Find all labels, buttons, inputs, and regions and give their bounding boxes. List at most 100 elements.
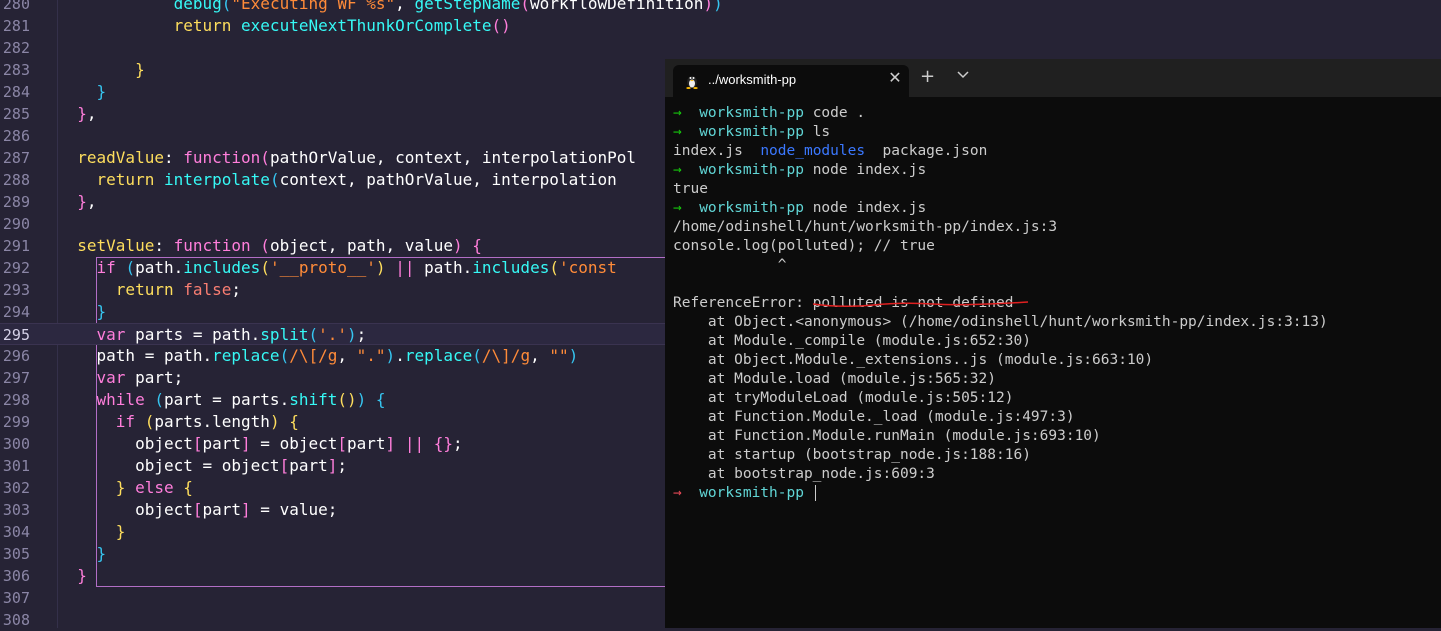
code-token: function — [173, 236, 261, 255]
terminal-text: at Module._compile (module.js:652:30) — [673, 333, 1031, 349]
code-token: object — [58, 434, 193, 453]
code-token: [ — [192, 434, 203, 453]
terminal-text: code . — [803, 105, 866, 121]
terminal-tab[interactable]: ../worksmith-pp ✕ — [673, 65, 909, 97]
line-number: 281 — [2, 17, 30, 35]
code-line[interactable]: 280 debug("Executing WF %s", getStepName… — [0, 0, 1441, 15]
code-token: ( — [269, 170, 280, 189]
code-token: function — [183, 148, 261, 167]
code-token: } — [96, 544, 107, 563]
code-token: . — [395, 346, 405, 365]
code-text: }, — [58, 103, 97, 125]
terminal-text: node index.js — [803, 200, 927, 216]
code-token: , — [86, 104, 97, 123]
line-number: 303 — [2, 501, 30, 519]
code-text: } — [58, 521, 126, 543]
line-number: 282 — [2, 39, 30, 57]
terminal-text: ls — [803, 124, 831, 140]
terminal-text: worksmith-pp — [699, 105, 804, 121]
line-number: 292 — [2, 259, 30, 277]
code-text: while (part = parts.shift()) { — [58, 389, 386, 411]
code-token: [ — [337, 434, 348, 453]
code-text: } — [58, 301, 107, 323]
code-token: "." — [356, 346, 386, 365]
code-token: path = path. — [58, 346, 213, 365]
terminal-text: at startup (bootstrap_node.js:188:16) — [673, 447, 1031, 463]
code-token: } — [77, 566, 87, 585]
code-text: } else { — [58, 477, 193, 499]
code-token: if — [115, 412, 145, 431]
code-token: ) — [385, 346, 396, 365]
code-token: else — [135, 478, 184, 497]
terminal-text: worksmith-pp — [699, 485, 804, 501]
code-token: , — [337, 346, 357, 365]
code-token: var — [96, 325, 136, 344]
code-token: parts.length — [154, 412, 270, 431]
close-tab-icon[interactable]: ✕ — [885, 68, 905, 87]
code-token: { — [375, 390, 386, 409]
code-token: '__proto__' — [269, 258, 376, 277]
code-text: } — [58, 59, 145, 81]
new-tab-icon[interactable]: + — [920, 66, 935, 87]
code-token: readValue — [77, 148, 164, 167]
code-token: pathOrValue, context, interpolationPol — [269, 148, 636, 167]
code-text: return false; — [58, 279, 241, 301]
code-token: ( — [144, 412, 155, 431]
code-text: var parts = path.split('.'); — [58, 324, 367, 346]
terminal-line: → worksmith-pp ls — [673, 123, 1328, 142]
line-number: 304 — [2, 523, 30, 541]
code-token: , — [86, 192, 97, 211]
line-number: 280 — [2, 0, 30, 13]
terminal-line: true — [673, 180, 1328, 199]
code-token: : — [154, 236, 174, 255]
terminal-line: at Object.<anonymous> (/home/odinshell/h… — [673, 313, 1328, 332]
terminal-text: package.json — [865, 143, 988, 159]
line-number: 291 — [2, 237, 30, 255]
code-token: part — [289, 456, 328, 475]
code-token: ) — [347, 325, 357, 344]
terminal-text: index.js — [673, 143, 761, 159]
code-token: object = object — [58, 456, 280, 475]
terminal-line: index.js node_modules package.json — [673, 142, 1328, 161]
chevron-down-icon[interactable] — [955, 66, 971, 82]
code-token: includes — [183, 258, 261, 277]
code-token: split — [260, 325, 309, 344]
code-token: ) — [375, 258, 386, 277]
code-token: return — [173, 16, 242, 35]
terminal-text: at tryModuleLoad (module.js:505:12) — [673, 390, 1014, 406]
terminal-text: worksmith-pp — [699, 200, 804, 216]
code-text: object = object[part]; — [58, 455, 347, 477]
code-line[interactable]: 282 — [0, 37, 1441, 59]
terminal-window[interactable]: ../worksmith-pp ✕ + → worksmith-pp code … — [665, 59, 1441, 628]
terminal-line: → worksmith-pp node index.js — [673, 161, 1328, 180]
code-token: } — [135, 60, 145, 79]
code-token: 'const — [558, 258, 617, 277]
code-token: replace — [404, 346, 473, 365]
code-token: /\[/g — [289, 346, 338, 365]
line-number: 300 — [2, 435, 30, 453]
code-token: { — [183, 478, 193, 497]
code-token: { — [289, 412, 299, 431]
code-line[interactable]: 281 return executeNextThunkOrComplete() — [0, 15, 1441, 37]
code-token: return — [115, 280, 184, 299]
terminal-text: ^ — [673, 257, 787, 273]
code-token: = object — [250, 434, 338, 453]
code-token: includes — [472, 258, 550, 277]
code-token: ) — [568, 346, 579, 365]
code-token: ( — [154, 390, 164, 409]
code-token: replace — [212, 346, 280, 365]
line-number: 297 — [2, 369, 30, 387]
error-squiggle-underline — [813, 301, 1028, 308]
code-token: part — [202, 434, 242, 453]
